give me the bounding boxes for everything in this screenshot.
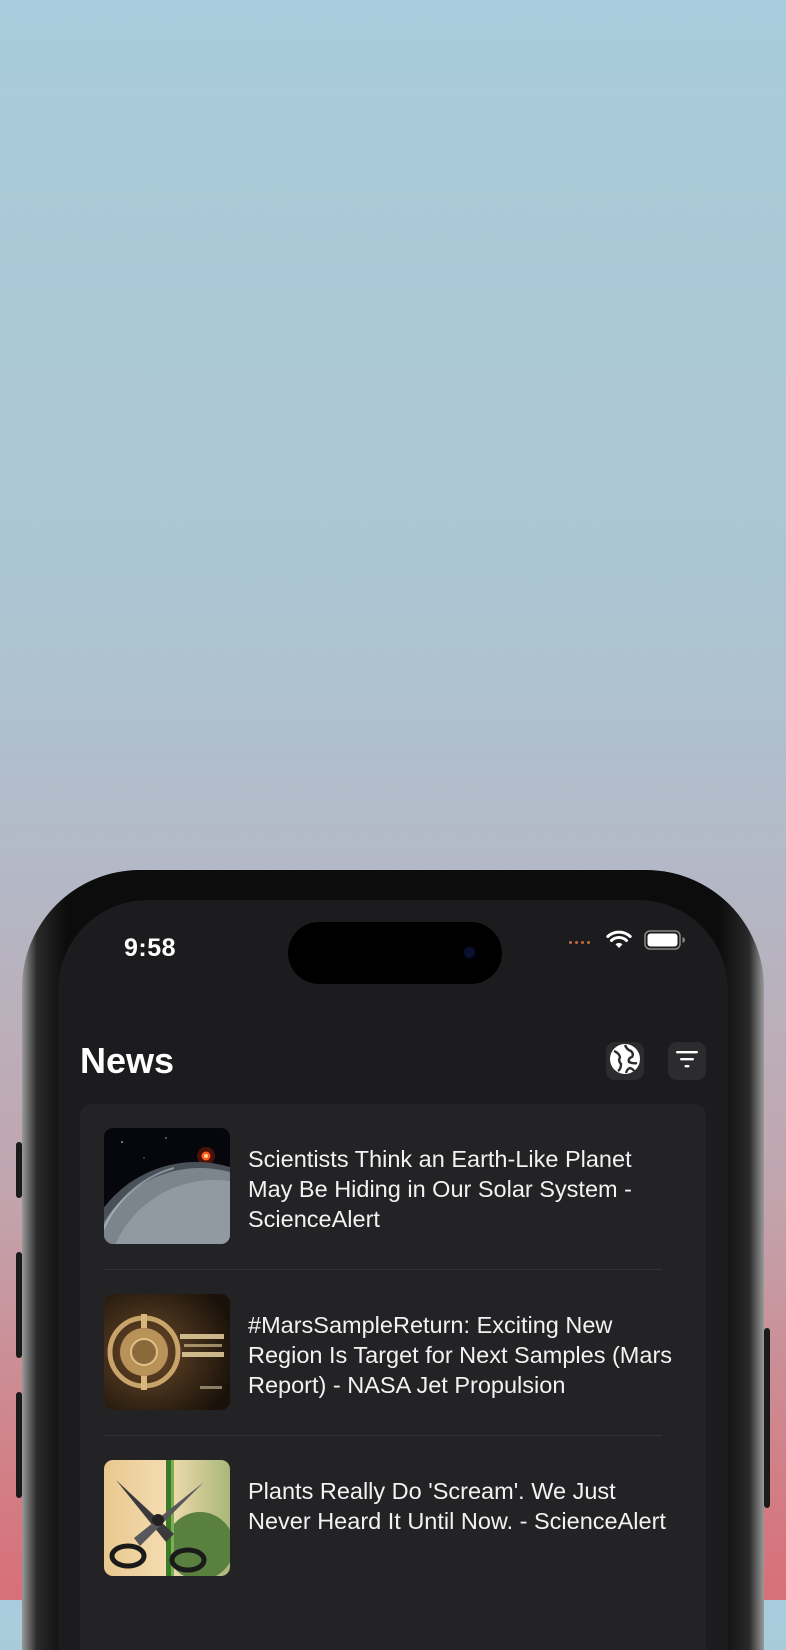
mars-report-image — [104, 1294, 230, 1410]
article-headline: Scientists Think an Earth-Like Planet Ma… — [248, 1146, 632, 1232]
volume-up-button — [16, 1252, 22, 1358]
news-list: Scientists Think an Earth-Like Planet Ma… — [80, 1104, 706, 1650]
list-item[interactable]: Scientists Think an Earth-Like Planet Ma… — [104, 1104, 682, 1270]
news-header: News — [80, 1030, 706, 1090]
region-button[interactable] — [606, 1042, 644, 1080]
front-camera — [465, 948, 474, 957]
volume-down-button — [16, 1392, 22, 1498]
list-item[interactable]: #MarsSampleReturn: Exciting New Region I… — [104, 1270, 682, 1436]
action-button — [16, 1142, 22, 1198]
phone-screen: 9:58 News Scientists Think an Earth-Like… — [58, 900, 728, 1650]
scissors-plant-image — [104, 1460, 230, 1576]
status-time: 9:58 — [124, 934, 177, 962]
planet-image — [104, 1128, 230, 1244]
article-headline: #MarsSampleReturn: Exciting New Region I… — [248, 1312, 673, 1398]
globe-icon — [608, 1042, 642, 1081]
page-title: News — [80, 1040, 175, 1081]
filter-button[interactable] — [668, 1042, 706, 1080]
signal-dots-icon — [569, 941, 590, 944]
wifi-icon — [606, 930, 632, 955]
list-item[interactable]: Plants Really Do 'Scream'. We Just Never… — [104, 1436, 682, 1602]
article-headline: Plants Really Do 'Scream'. We Just Never… — [248, 1478, 666, 1534]
status-icons — [569, 930, 686, 955]
battery-icon — [644, 930, 686, 955]
side-button — [764, 1328, 770, 1508]
filter-icon — [674, 1048, 700, 1075]
phone-frame: 9:58 News Scientists Think an Earth-Like… — [16, 870, 770, 1650]
dynamic-island — [288, 922, 502, 984]
